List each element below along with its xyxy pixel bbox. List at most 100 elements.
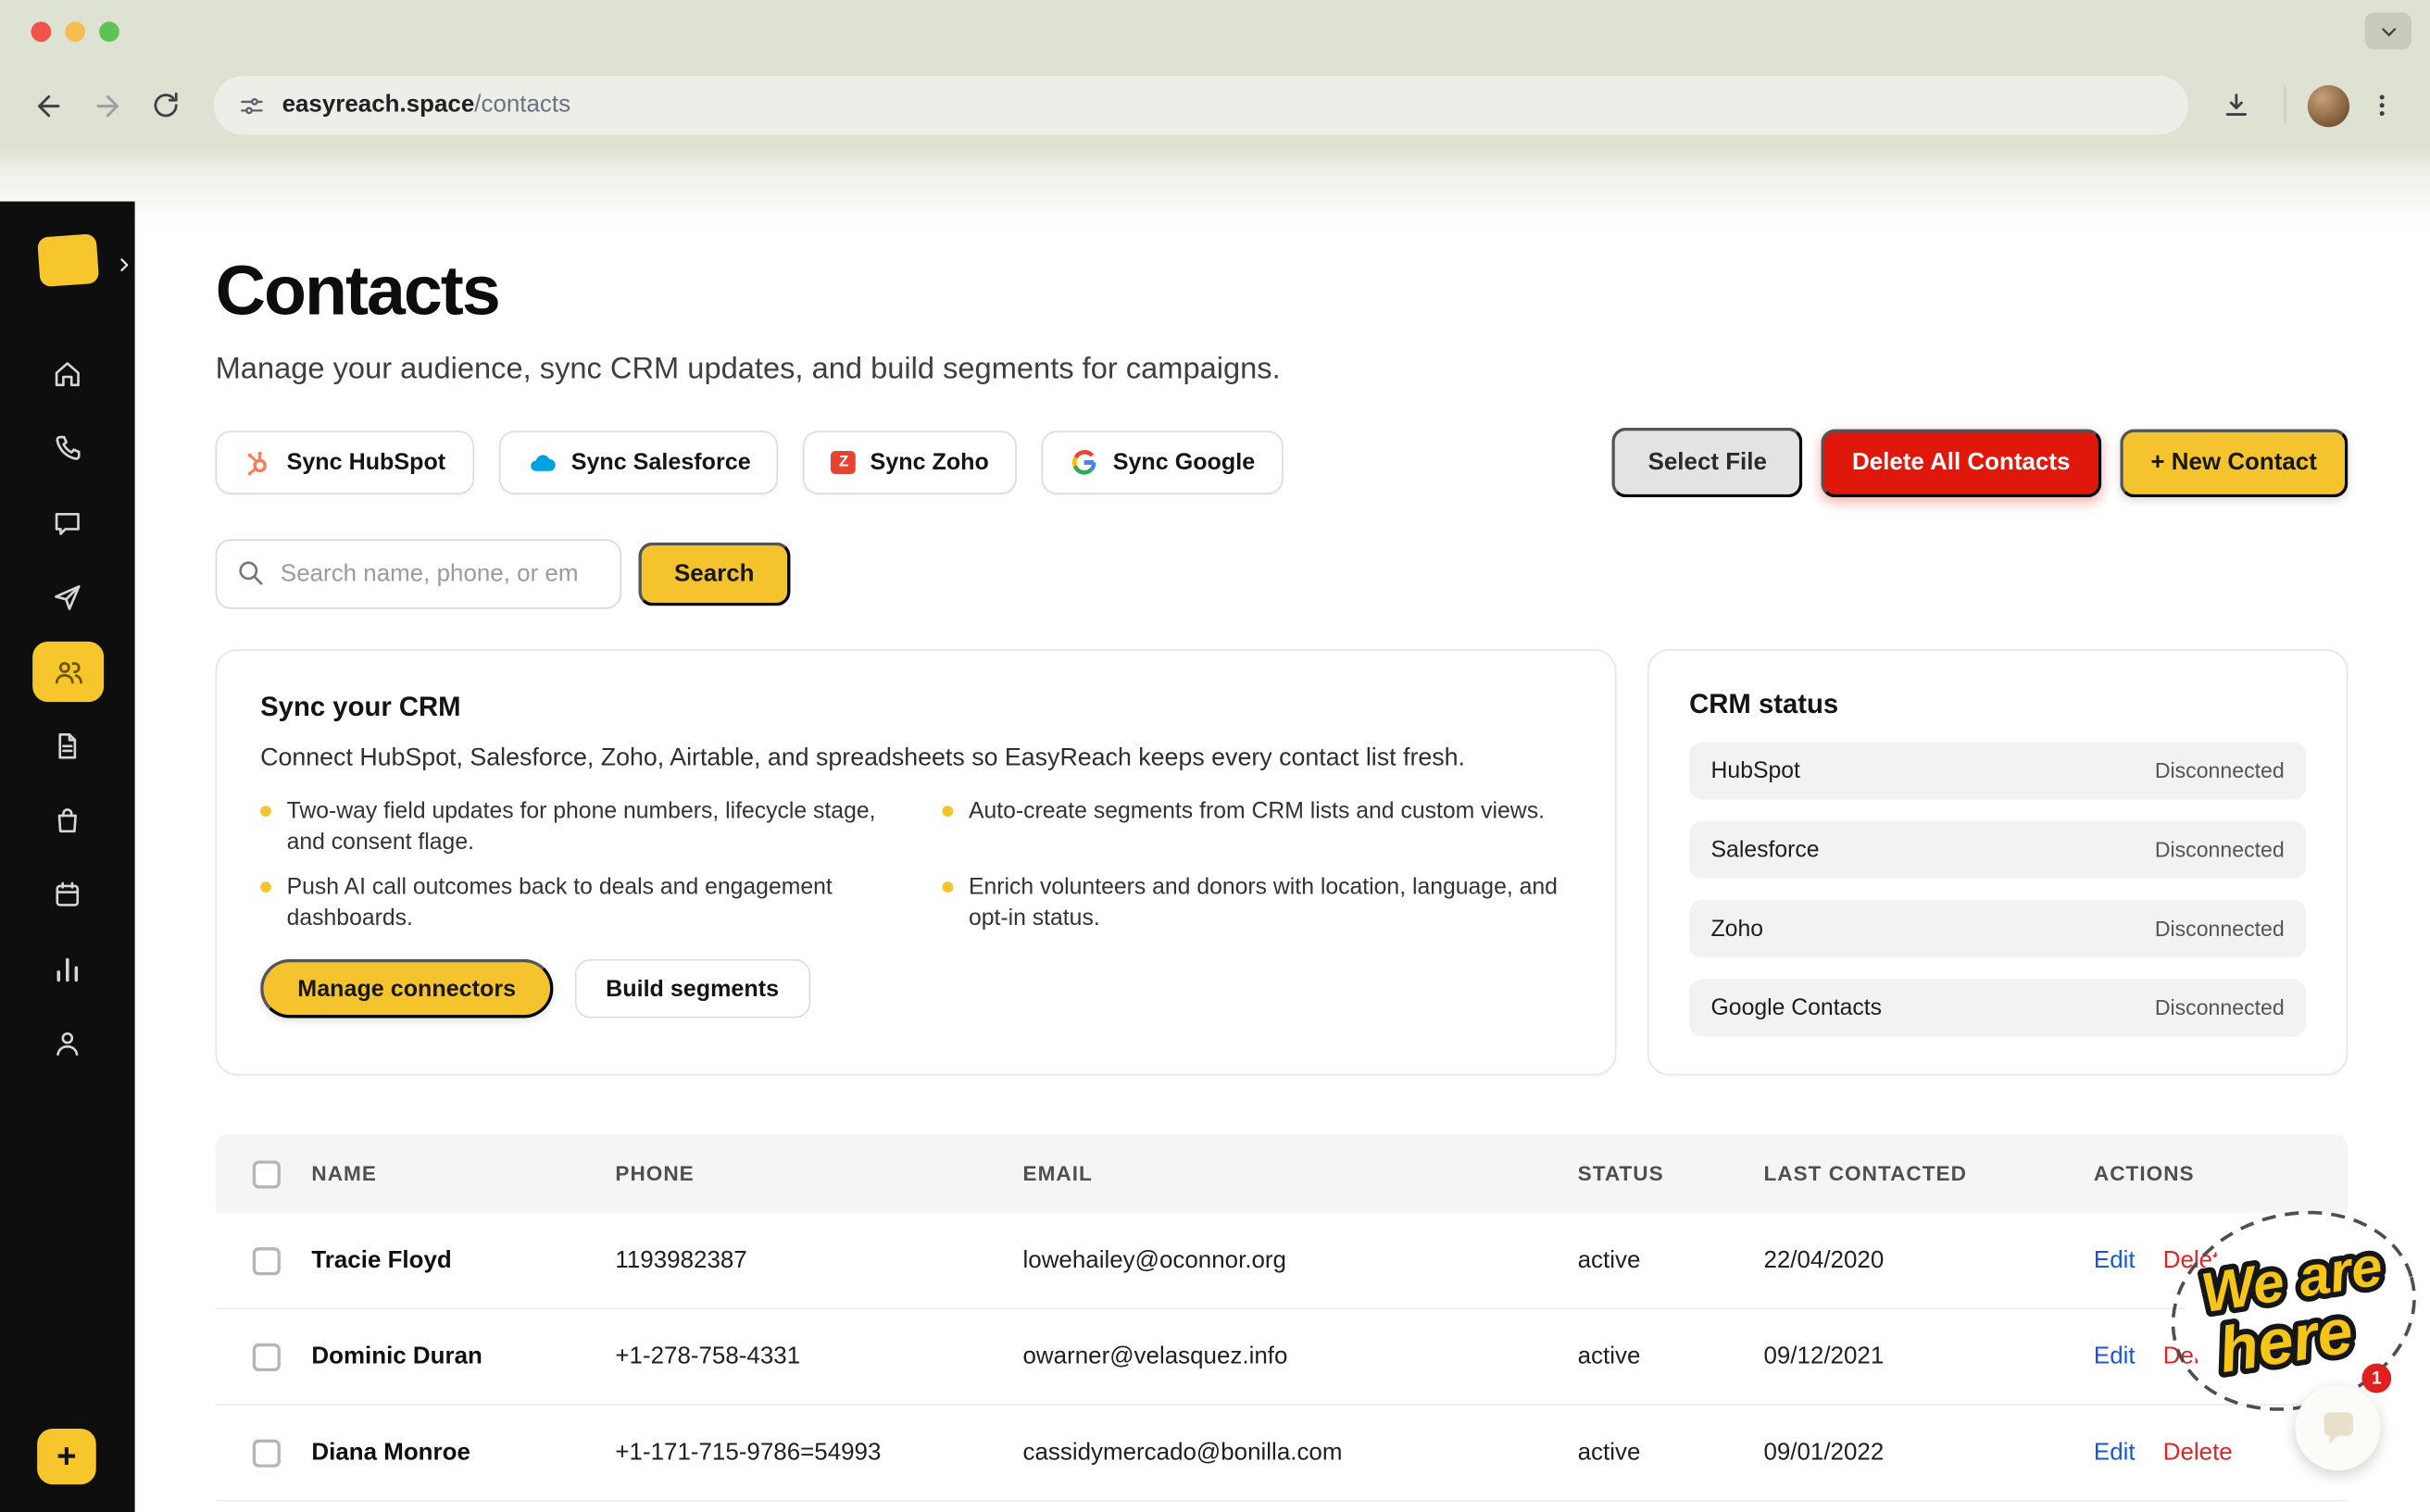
sync-google-button[interactable]: Sync Google bbox=[1042, 431, 1284, 494]
search-box bbox=[216, 539, 621, 608]
sidebar-expand-chevron[interactable] bbox=[115, 254, 133, 281]
sidebar-item-analytics[interactable] bbox=[31, 939, 103, 999]
main-content: Contacts Manage your audience, sync CRM … bbox=[135, 202, 2430, 1512]
sidebar-add-button[interactable]: + bbox=[37, 1429, 96, 1484]
sidebar-item-contacts[interactable] bbox=[31, 642, 103, 702]
sidebar-item-messages[interactable] bbox=[31, 493, 103, 553]
table-row: Diana Monroe +1-171-715-9786=54993 cassi… bbox=[216, 1406, 2349, 1502]
arrow-right-icon bbox=[91, 89, 123, 121]
chat-unread-badge: 1 bbox=[2361, 1364, 2391, 1393]
arrow-left-icon bbox=[31, 89, 64, 121]
chat-launcher-circle[interactable] bbox=[2295, 1385, 2380, 1470]
search-button[interactable]: Search bbox=[638, 543, 790, 606]
close-window-button[interactable] bbox=[31, 21, 51, 42]
app-logo[interactable] bbox=[36, 233, 98, 287]
bullet-item: Auto-create segments from CRM lists and … bbox=[942, 798, 1571, 858]
cell-last-contacted: 09/01/2022 bbox=[1763, 1439, 2093, 1467]
edit-link[interactable]: Edit bbox=[2094, 1246, 2136, 1274]
crm-status-card: CRM status HubSpot Disconnected Salesfor… bbox=[1647, 649, 2348, 1075]
new-contact-button[interactable]: + New Contact bbox=[2120, 429, 2348, 497]
crm-status-row: Salesforce Disconnected bbox=[1689, 821, 2306, 879]
chat-icon bbox=[51, 506, 83, 539]
delete-link[interactable]: Delete bbox=[2163, 1246, 2233, 1274]
zoom-window-button[interactable] bbox=[99, 21, 119, 42]
delete-link[interactable]: Delete bbox=[2163, 1439, 2233, 1467]
sidebar-item-orders[interactable] bbox=[31, 790, 103, 850]
person-icon bbox=[51, 1028, 83, 1060]
row-checkbox[interactable] bbox=[253, 1343, 281, 1370]
sidebar-item-campaigns[interactable] bbox=[31, 568, 103, 628]
sidebar-nav bbox=[31, 344, 103, 1074]
reload-button[interactable] bbox=[140, 79, 193, 131]
crm-name: Salesforce bbox=[1711, 838, 1820, 863]
page-title: Contacts bbox=[216, 251, 2349, 331]
sidebar-item-home[interactable] bbox=[31, 344, 103, 405]
back-button[interactable] bbox=[21, 79, 74, 131]
edit-link[interactable]: Edit bbox=[2094, 1439, 2136, 1467]
manage-connectors-button[interactable]: Manage connectors bbox=[260, 959, 553, 1018]
minimize-window-button[interactable] bbox=[65, 21, 85, 42]
cell-phone: +1-171-715-9786=54993 bbox=[615, 1439, 1022, 1467]
table-header-row: NAME PHONE EMAIL STATUS LAST CONTACTED A… bbox=[216, 1134, 2349, 1213]
search-row: Search bbox=[216, 539, 2349, 608]
sidebar-item-calls[interactable] bbox=[31, 419, 103, 479]
sidebar: + bbox=[0, 202, 135, 1512]
build-segments-button[interactable]: Build segments bbox=[575, 959, 810, 1018]
select-all-checkbox[interactable] bbox=[253, 1160, 281, 1188]
sync-google-label: Sync Google bbox=[1113, 449, 1255, 475]
url-host: easyreach.space bbox=[282, 92, 475, 118]
chevron-down-icon bbox=[2378, 21, 2399, 42]
crm-status-row: HubSpot Disconnected bbox=[1689, 743, 2306, 800]
salesforce-icon bbox=[526, 447, 557, 478]
bar-chart-icon bbox=[51, 953, 83, 985]
sync-zoho-button[interactable]: Z Sync Zoho bbox=[804, 431, 1017, 494]
cell-phone: +1-278-758-4331 bbox=[615, 1343, 1022, 1370]
sidebar-item-profile[interactable] bbox=[31, 1013, 103, 1073]
url-bar[interactable]: easyreach.space/contacts bbox=[214, 76, 2188, 135]
header-last-contacted: LAST CONTACTED bbox=[1763, 1162, 2093, 1185]
crm-status-row: Zoho Disconnected bbox=[1689, 900, 2306, 957]
sync-salesforce-button[interactable]: Sync Salesforce bbox=[498, 431, 779, 494]
edit-link[interactable]: Edit bbox=[2094, 1343, 2136, 1370]
crm-status-row: Google Contacts Disconnected bbox=[1689, 980, 2306, 1037]
sidebar-item-documents[interactable] bbox=[31, 716, 103, 776]
forward-button[interactable] bbox=[81, 79, 133, 131]
hubspot-icon bbox=[244, 448, 273, 478]
sync-crm-buttons: Manage connectors Build segments bbox=[260, 959, 1572, 1018]
chat-launcher[interactable]: 1 bbox=[2295, 1385, 2380, 1470]
contacts-table: NAME PHONE EMAIL STATUS LAST CONTACTED A… bbox=[216, 1134, 2349, 1502]
bag-icon bbox=[51, 805, 83, 837]
cell-status: active bbox=[1578, 1343, 1764, 1370]
sync-crm-bullets: Two-way field updates for phone numbers,… bbox=[260, 798, 1572, 934]
page: + Contacts Manage your audience, sync CR… bbox=[0, 149, 2430, 1512]
chrome-chevron-button[interactable] bbox=[2365, 12, 2411, 49]
cell-email: owarner@velasquez.info bbox=[1023, 1343, 1578, 1370]
table-row: Dominic Duran +1-278-758-4331 owarner@ve… bbox=[216, 1309, 2349, 1406]
sidebar-item-calendar[interactable] bbox=[31, 865, 103, 925]
cell-email: lowehailey@oconnor.org bbox=[1023, 1246, 1578, 1274]
row-checkbox[interactable] bbox=[253, 1439, 281, 1467]
crm-name: HubSpot bbox=[1711, 758, 1800, 783]
url-path: /contacts bbox=[474, 92, 570, 118]
header-phone: PHONE bbox=[615, 1162, 1022, 1185]
header-email: EMAIL bbox=[1023, 1162, 1578, 1185]
sync-crm-description: Connect HubSpot, Salesforce, Zoho, Airta… bbox=[260, 745, 1572, 773]
select-file-button[interactable]: Select File bbox=[1612, 428, 1802, 497]
crm-connection-status: Disconnected bbox=[2155, 996, 2285, 1019]
kebab-menu-icon bbox=[2368, 92, 2396, 119]
profile-avatar[interactable] bbox=[2308, 84, 2349, 126]
search-input[interactable] bbox=[216, 539, 621, 608]
header-name: NAME bbox=[311, 1162, 615, 1185]
send-icon bbox=[51, 581, 83, 614]
table-row: Tracie Floyd 1193982387 lowehailey@oconn… bbox=[216, 1213, 2349, 1309]
sync-crm-card: Sync your CRM Connect HubSpot, Salesforc… bbox=[216, 649, 1617, 1075]
sync-crm-title: Sync your CRM bbox=[260, 691, 1572, 723]
sync-hubspot-button[interactable]: Sync HubSpot bbox=[216, 431, 474, 494]
right-actions: Select File Delete All Contacts + New Co… bbox=[1612, 428, 2348, 497]
download-button[interactable] bbox=[2210, 79, 2262, 131]
row-checkbox[interactable] bbox=[253, 1246, 281, 1274]
cell-name: Dominic Duran bbox=[311, 1343, 615, 1370]
delete-link[interactable]: Delete bbox=[2163, 1343, 2233, 1370]
browser-menu-button[interactable] bbox=[2356, 79, 2409, 131]
delete-all-contacts-button[interactable]: Delete All Contacts bbox=[1821, 429, 2100, 497]
